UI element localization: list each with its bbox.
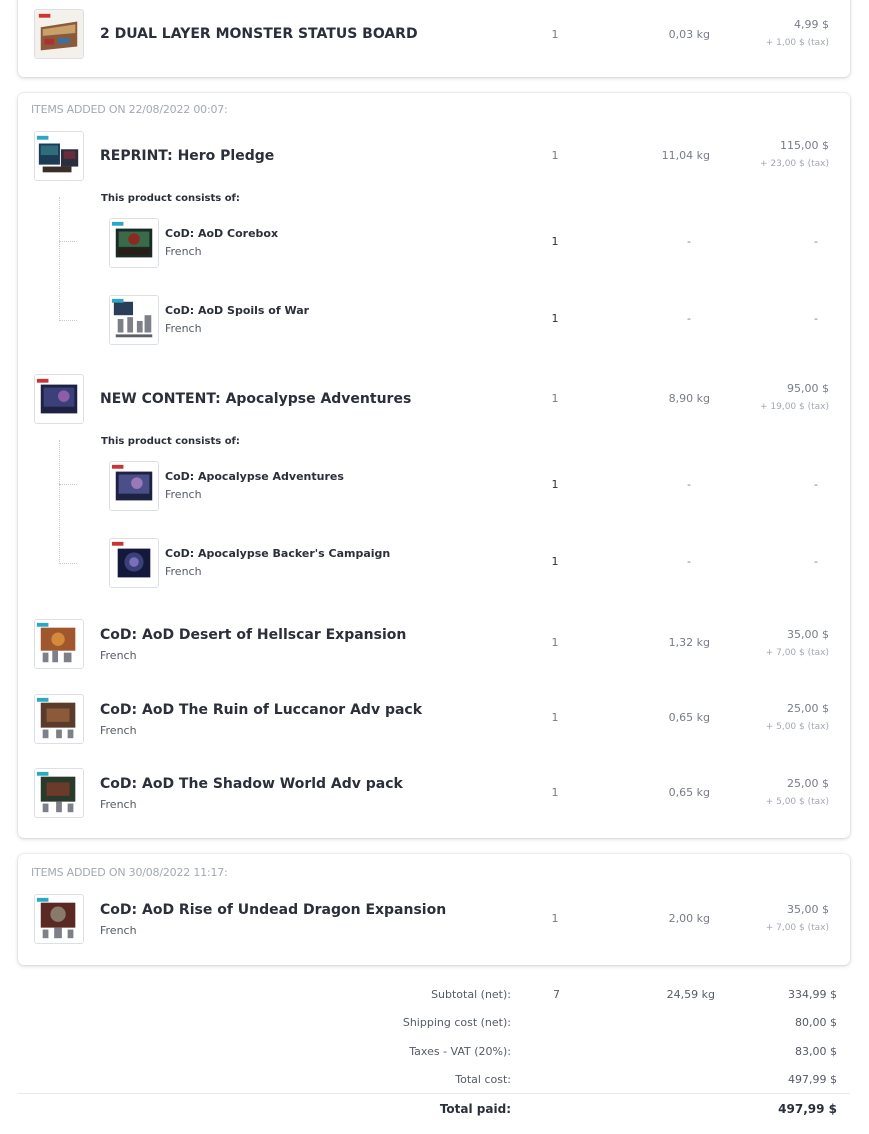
item-title[interactable]: NEW CONTENT: Apocalypse Adventures — [100, 391, 411, 407]
item-language: French — [100, 798, 137, 811]
item-price: 95,00 $ — [787, 382, 829, 395]
backers-campaign-thumbnail[interactable] — [109, 538, 159, 588]
order-group-card: ITEMS ADDED ON 30/08/2022 11:17: CoD: Ao… — [18, 854, 850, 965]
bundle-tree-branch — [59, 241, 77, 242]
total-paid-value: 497,99 $ — [778, 1102, 837, 1116]
item-quantity: 1 — [551, 149, 559, 162]
bundle-tree-branch — [59, 484, 77, 485]
item-quantity: 1 — [551, 392, 559, 405]
component-price: - — [814, 555, 818, 568]
taxes-label: Taxes - VAT (20%): — [409, 1045, 511, 1058]
undead-dragon-thumbnail[interactable] — [34, 894, 84, 944]
component-language: French — [165, 488, 202, 501]
item-quantity: 1 — [551, 636, 559, 649]
bundle-tree-line — [59, 197, 60, 321]
component-quantity: 1 — [551, 312, 559, 325]
item-tax: + 7,00 $ (tax) — [765, 923, 829, 933]
order-totals: Subtotal (net): 7 24,59 kg 334,99 $ Ship… — [18, 978, 850, 1128]
bundle-tree-branch — [59, 563, 77, 564]
bundle-tree-branch — [59, 320, 77, 321]
item-weight: 1,32 kg — [668, 636, 710, 649]
order-group-card: 2 DUAL LAYER MONSTER STATUS BOARD 1 0,03… — [18, 0, 850, 77]
status-board-thumbnail[interactable] — [34, 9, 84, 59]
bundle-contents-label: This product consists of: — [101, 436, 240, 447]
subtotal-value: 334,99 $ — [788, 988, 837, 1001]
item-quantity: 1 — [551, 912, 559, 925]
subtotal-weight: 24,59 kg — [666, 988, 715, 1001]
component-price: - — [814, 235, 818, 248]
component-weight: - — [687, 478, 691, 491]
item-weight: 0,65 kg — [668, 711, 710, 724]
component-title[interactable]: CoD: AoD Spoils of War — [165, 304, 309, 317]
item-price: 35,00 $ — [787, 628, 829, 641]
item-tax: + 5,00 $ (tax) — [765, 797, 829, 807]
item-title[interactable]: CoD: AoD The Ruin of Luccanor Adv pack — [100, 702, 422, 718]
component-language: French — [165, 322, 202, 335]
component-weight: - — [687, 312, 691, 325]
item-title[interactable]: CoD: AoD Desert of Hellscar Expansion — [100, 627, 406, 643]
item-tax: + 7,00 $ (tax) — [765, 648, 829, 658]
desert-of-hellscar-thumbnail[interactable] — [34, 619, 84, 669]
apocalypse-box-thumbnail[interactable] — [109, 461, 159, 511]
component-price: - — [814, 312, 818, 325]
hero-pledge-thumbnail[interactable] — [34, 131, 84, 181]
taxes-value: 83,00 $ — [795, 1045, 837, 1058]
component-price: - — [814, 478, 818, 491]
item-price: 35,00 $ — [787, 903, 829, 916]
item-weight: 11,04 kg — [661, 149, 710, 162]
total-paid-label: Total paid: — [439, 1102, 511, 1116]
component-weight: - — [687, 555, 691, 568]
item-quantity: 1 — [551, 28, 559, 41]
component-title[interactable]: CoD: Apocalypse Backer's Campaign — [165, 547, 390, 560]
item-price: 25,00 $ — [787, 777, 829, 790]
item-title[interactable]: CoD: AoD Rise of Undead Dragon Expansion — [100, 902, 446, 918]
item-quantity: 1 — [551, 711, 559, 724]
component-quantity: 1 — [551, 235, 559, 248]
item-weight: 8,90 kg — [668, 392, 710, 405]
component-weight: - — [687, 235, 691, 248]
component-language: French — [165, 565, 202, 578]
item-price: 115,00 $ — [780, 139, 829, 152]
order-group-card: ITEMS ADDED ON 22/08/2022 00:07: REPRINT… — [18, 93, 850, 838]
shipping-label: Shipping cost (net): — [402, 1016, 511, 1029]
shadow-world-thumbnail[interactable] — [34, 768, 84, 818]
bundle-contents-label: This product consists of: — [101, 193, 240, 204]
item-quantity: 1 — [551, 786, 559, 799]
item-weight: 0,03 kg — [668, 28, 710, 41]
item-tax: + 23,00 $ (tax) — [759, 159, 829, 169]
total-cost-value: 497,99 $ — [788, 1073, 837, 1086]
item-tax: + 1,00 $ (tax) — [765, 38, 829, 48]
shipping-value: 80,00 $ — [795, 1016, 837, 1029]
subtotal-label: Subtotal (net): — [431, 988, 511, 1001]
subtotal-quantity: 7 — [553, 988, 560, 1001]
item-weight: 0,65 kg — [668, 786, 710, 799]
item-language: French — [100, 649, 137, 662]
item-language: French — [100, 724, 137, 737]
item-price: 25,00 $ — [787, 702, 829, 715]
component-quantity: 1 — [551, 478, 559, 491]
corebox-thumbnail[interactable] — [109, 218, 159, 268]
total-cost-label: Total cost: — [455, 1073, 511, 1086]
apocalypse-adventures-thumbnail[interactable] — [34, 374, 84, 424]
item-tax: + 5,00 $ (tax) — [765, 722, 829, 732]
item-weight: 2,00 kg — [668, 912, 710, 925]
group-date-header: ITEMS ADDED ON 22/08/2022 00:07: — [31, 103, 228, 116]
spoils-of-war-thumbnail[interactable] — [109, 295, 159, 345]
item-tax: + 19,00 $ (tax) — [759, 402, 829, 412]
totals-divider — [18, 1093, 850, 1094]
ruin-of-luccanor-thumbnail[interactable] — [34, 694, 84, 744]
item-language: French — [100, 924, 137, 937]
component-language: French — [165, 245, 202, 258]
bundle-tree-line — [59, 440, 60, 564]
item-price: 4,99 $ — [794, 18, 829, 31]
item-title[interactable]: CoD: AoD The Shadow World Adv pack — [100, 776, 403, 792]
component-title[interactable]: CoD: AoD Corebox — [165, 227, 278, 240]
component-quantity: 1 — [551, 555, 559, 568]
item-title[interactable]: 2 DUAL LAYER MONSTER STATUS BOARD — [100, 26, 418, 42]
group-date-header: ITEMS ADDED ON 30/08/2022 11:17: — [31, 866, 228, 879]
component-title[interactable]: CoD: Apocalypse Adventures — [165, 470, 344, 483]
item-title[interactable]: REPRINT: Hero Pledge — [100, 148, 274, 164]
